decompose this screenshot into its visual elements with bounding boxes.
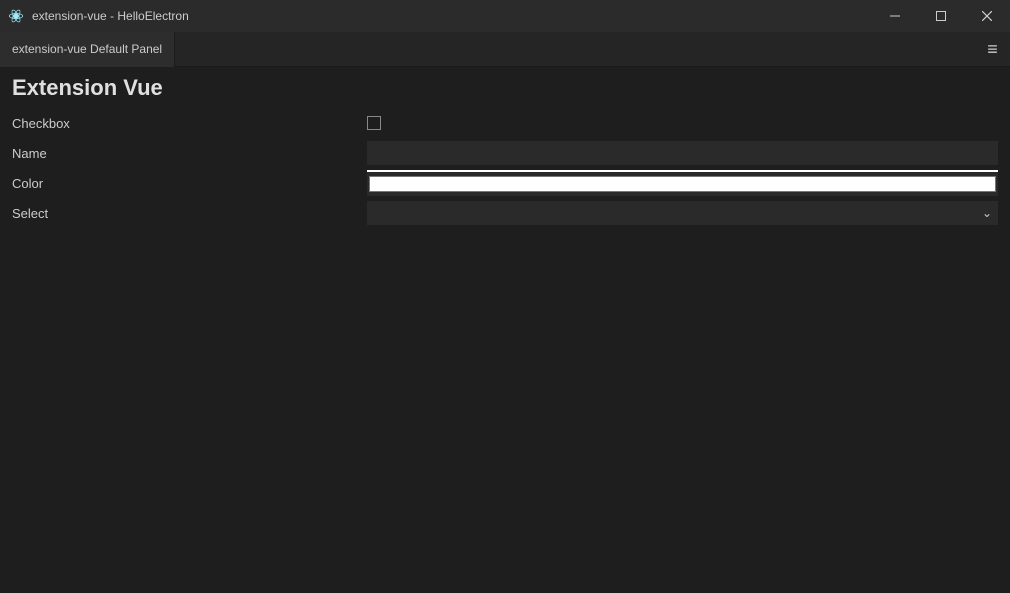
tab-bar: extension-vue Default Panel ≡	[0, 32, 1010, 67]
electron-icon	[8, 8, 24, 24]
main-content: Extension Vue Checkbox Name Color Select	[0, 67, 1010, 593]
title-bar-left: extension-vue - HelloElectron	[8, 8, 189, 24]
maximize-button[interactable]	[918, 0, 964, 32]
minimize-button[interactable]	[872, 0, 918, 32]
name-control	[367, 141, 998, 165]
checkbox-row: Checkbox	[12, 109, 998, 137]
default-panel-tab[interactable]: extension-vue Default Panel	[0, 32, 175, 67]
select-input[interactable]: Option 1 Option 2 Option 3	[367, 201, 998, 225]
color-control	[367, 170, 998, 196]
select-wrap: Option 1 Option 2 Option 3 ⌄	[367, 201, 998, 225]
name-input[interactable]	[367, 141, 998, 165]
title-bar-controls	[872, 0, 1010, 32]
close-button[interactable]	[964, 0, 1010, 32]
checkbox-input[interactable]	[367, 116, 381, 130]
name-row: Name	[12, 139, 998, 167]
color-label: Color	[12, 176, 367, 191]
select-label: Select	[12, 206, 367, 221]
color-input[interactable]	[367, 172, 998, 196]
tab-menu-button[interactable]: ≡	[975, 32, 1010, 67]
title-bar: extension-vue - HelloElectron	[0, 0, 1010, 32]
checkbox-control	[367, 116, 998, 130]
page-title: Extension Vue	[12, 75, 998, 101]
name-label: Name	[12, 146, 367, 161]
color-row: Color	[12, 169, 998, 197]
checkbox-label: Checkbox	[12, 116, 367, 131]
tab-label: extension-vue Default Panel	[12, 42, 162, 56]
select-control: Option 1 Option 2 Option 3 ⌄	[367, 201, 998, 225]
color-input-wrap	[367, 172, 998, 196]
select-row: Select Option 1 Option 2 Option 3 ⌄	[12, 199, 998, 227]
window-title: extension-vue - HelloElectron	[32, 9, 189, 23]
